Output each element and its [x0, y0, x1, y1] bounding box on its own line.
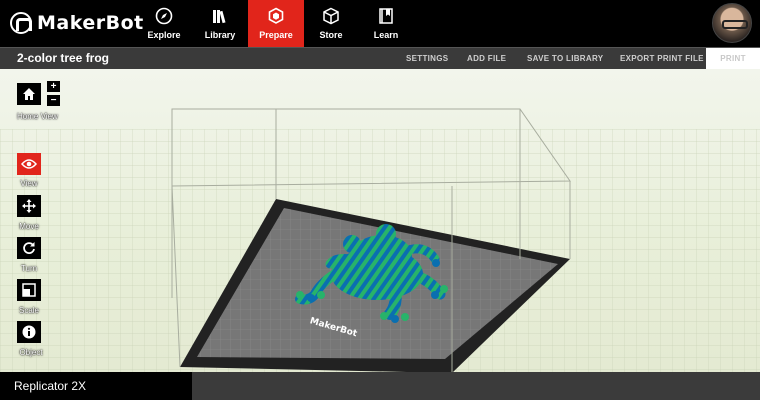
makerbot-logo[interactable]: MakerBot	[10, 12, 144, 34]
turn-tool-button[interactable]	[17, 237, 41, 259]
nav-store-label: Store	[319, 30, 343, 40]
nav-learn-label: Learn	[373, 30, 399, 40]
move-tool-label: Move	[19, 222, 39, 231]
file-toolbar: 2-color tree frog SETTINGS ADD FILE SAVE…	[0, 47, 760, 70]
settings-button[interactable]: SETTINGS	[406, 54, 448, 63]
view-tool-label: View	[20, 179, 38, 188]
build-viewport[interactable]: MakerBot + − Home View View Move Turn Sc…	[0, 69, 760, 372]
makerbot-logo-icon	[10, 12, 32, 34]
home-view-button[interactable]	[17, 83, 41, 105]
nav-explore-label: Explore	[147, 30, 181, 40]
object-tool-label: Object	[19, 348, 43, 357]
move-arrows-icon	[22, 199, 36, 213]
save-to-library-button[interactable]: SAVE TO LIBRARY	[527, 54, 603, 63]
rotate-icon	[23, 242, 35, 254]
box-icon	[323, 7, 339, 25]
home-view-label: Home View	[17, 112, 58, 121]
build-volume-scene: MakerBot	[0, 108, 760, 372]
compass-icon	[155, 7, 173, 25]
user-avatar[interactable]	[712, 3, 752, 43]
info-icon	[22, 325, 36, 339]
zoom-in-button[interactable]: +	[47, 81, 60, 92]
nav-learn[interactable]: Learn	[358, 0, 414, 47]
nav-store[interactable]: Store	[303, 0, 359, 47]
nav-prepare[interactable]: Prepare	[248, 0, 304, 47]
move-tool-button[interactable]	[17, 195, 41, 217]
nav-library-label: Library	[204, 30, 236, 40]
scale-tool-button[interactable]	[17, 279, 41, 301]
scale-tool-label: Scale	[18, 306, 39, 315]
export-print-file-button[interactable]: EXPORT PRINT FILE	[620, 54, 704, 63]
prepare-cube-icon	[268, 7, 284, 24]
status-bar: Replicator 2X	[0, 372, 760, 400]
printer-selector[interactable]: Replicator 2X	[0, 372, 192, 400]
view-tool-button[interactable]	[17, 153, 41, 175]
brand-name: MakerBot	[37, 12, 144, 34]
scale-icon	[22, 283, 36, 297]
eye-icon	[21, 159, 37, 169]
nav-library[interactable]: Library	[192, 0, 248, 47]
turn-tool-label: Turn	[20, 264, 38, 273]
nav-prepare-label: Prepare	[259, 30, 293, 40]
home-icon	[23, 88, 35, 100]
file-title: 2-color tree frog	[17, 51, 110, 65]
zoom-out-button[interactable]: −	[47, 95, 60, 106]
print-button[interactable]: PRINT	[706, 48, 760, 70]
books-icon	[213, 10, 226, 24]
nav-explore[interactable]: Explore	[136, 0, 192, 47]
add-file-button[interactable]: ADD FILE	[467, 54, 506, 63]
book-icon	[379, 8, 393, 24]
object-tool-button[interactable]	[17, 321, 41, 343]
top-nav: MakerBot Explore Library Prepare Store L…	[0, 0, 760, 47]
